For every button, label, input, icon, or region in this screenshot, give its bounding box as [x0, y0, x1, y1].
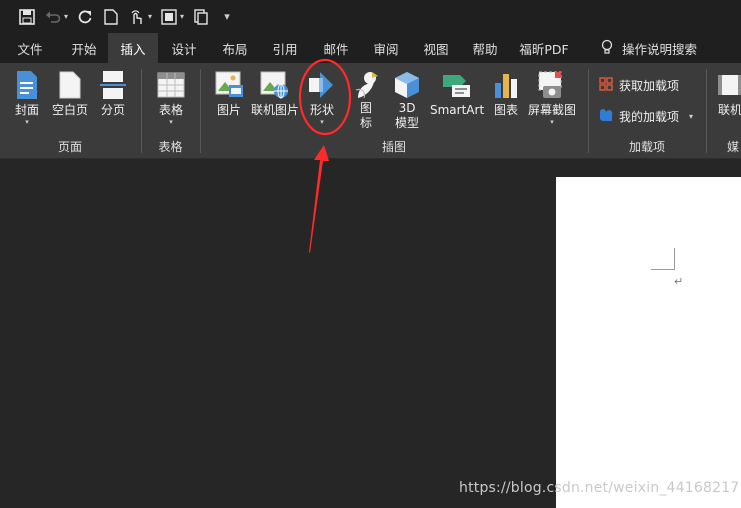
- annotation-overlay: [298, 58, 352, 253]
- highlight-circle: [298, 58, 352, 136]
- annotation-arrow: [309, 145, 329, 253]
- watermark: https://blog.csdn.net/weixin_44168217: [459, 480, 740, 496]
